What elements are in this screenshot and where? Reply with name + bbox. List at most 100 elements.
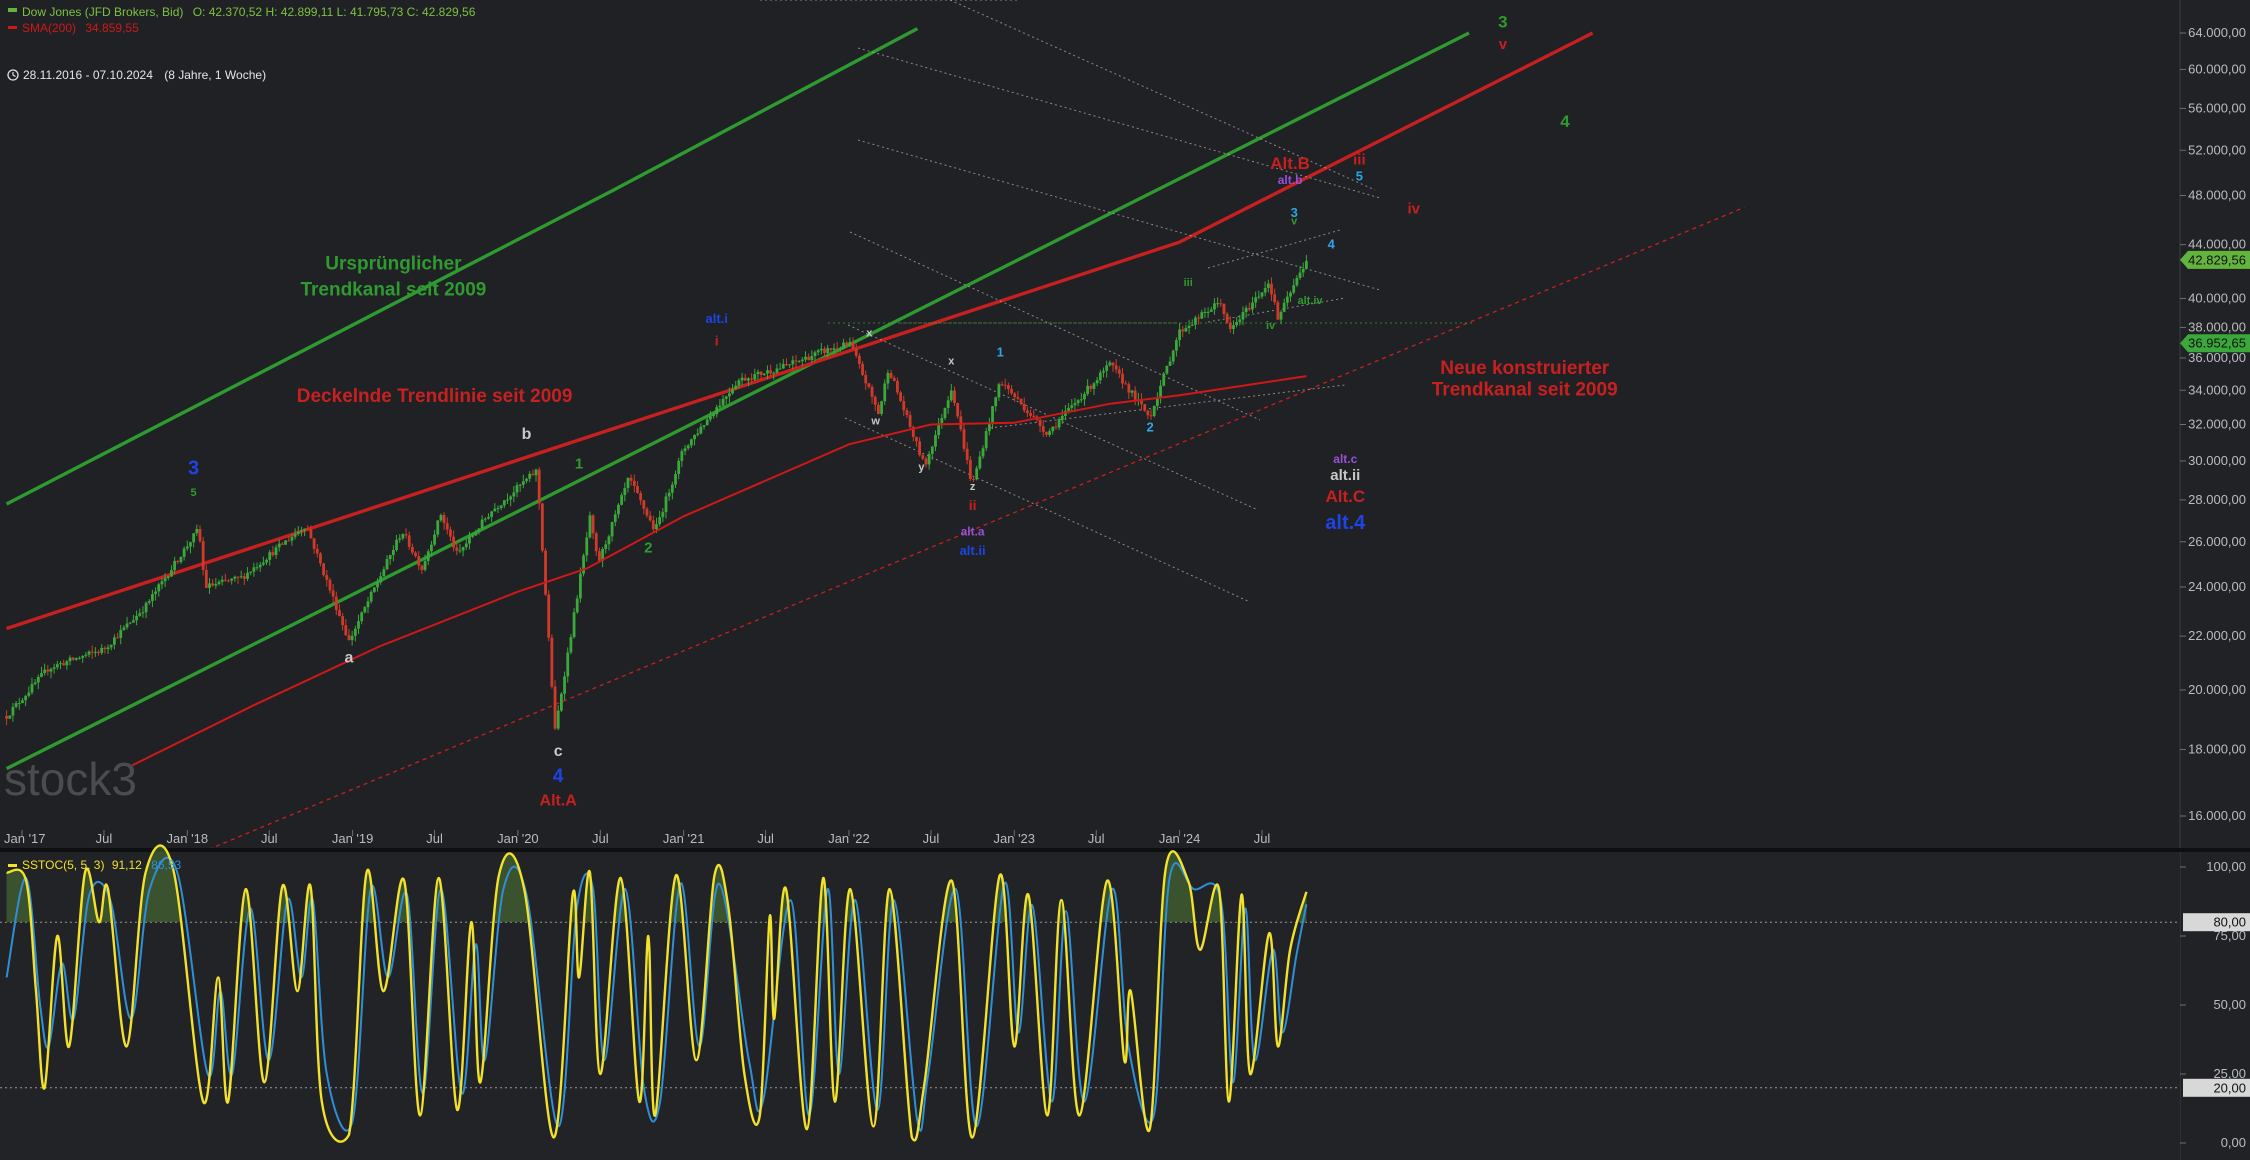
candle[interactable] xyxy=(861,363,864,375)
candle[interactable] xyxy=(132,620,135,623)
candle[interactable] xyxy=(512,492,516,497)
candle[interactable] xyxy=(1076,400,1080,404)
candle[interactable] xyxy=(778,368,782,370)
candle[interactable] xyxy=(949,390,953,401)
candle[interactable] xyxy=(667,492,671,497)
candle[interactable] xyxy=(1225,313,1229,323)
candle[interactable] xyxy=(1054,426,1058,428)
candle[interactable] xyxy=(648,515,652,521)
candle[interactable] xyxy=(1165,365,1169,374)
candle[interactable] xyxy=(106,647,110,650)
candle[interactable] xyxy=(46,669,50,672)
candle[interactable] xyxy=(626,477,630,489)
candle[interactable] xyxy=(268,552,272,560)
date-range[interactable]: 28.11.2016 - 07.10.2024 xyxy=(23,68,153,82)
candle[interactable] xyxy=(924,458,928,465)
candle[interactable] xyxy=(487,516,490,519)
candle[interactable] xyxy=(1244,307,1248,313)
candle[interactable] xyxy=(956,402,960,417)
candle[interactable] xyxy=(1026,410,1029,414)
candle[interactable] xyxy=(575,598,579,613)
candle[interactable] xyxy=(1117,369,1121,374)
candle[interactable] xyxy=(1206,311,1210,313)
candle[interactable] xyxy=(896,381,899,393)
candle[interactable] xyxy=(623,488,627,496)
candle[interactable] xyxy=(198,528,202,542)
candle[interactable] xyxy=(90,651,94,653)
candle[interactable] xyxy=(569,637,573,653)
candle[interactable] xyxy=(128,622,132,624)
candle[interactable] xyxy=(157,584,161,592)
candle[interactable] xyxy=(109,644,113,648)
candle[interactable] xyxy=(144,602,148,613)
stochastic-pane[interactable]: 80,0020,00 0,0025,0050,0075,00100,00 xyxy=(0,844,2250,1160)
candle[interactable] xyxy=(547,594,551,638)
candle[interactable] xyxy=(296,531,300,534)
candle[interactable] xyxy=(366,601,370,608)
candle[interactable] xyxy=(791,360,795,365)
candle[interactable] xyxy=(433,534,436,545)
candle[interactable] xyxy=(223,579,227,581)
candle[interactable] xyxy=(1124,383,1128,385)
candle[interactable] xyxy=(943,407,947,419)
candle[interactable] xyxy=(588,515,592,538)
candle[interactable] xyxy=(1222,303,1226,314)
candle[interactable] xyxy=(556,710,560,729)
candle[interactable] xyxy=(1295,277,1299,286)
candle[interactable] xyxy=(151,594,154,602)
candle[interactable] xyxy=(68,657,72,662)
candle[interactable] xyxy=(994,397,998,407)
candle[interactable] xyxy=(946,400,950,408)
candle[interactable] xyxy=(315,548,319,554)
candle[interactable] xyxy=(794,360,798,362)
candle[interactable] xyxy=(883,383,887,402)
candle[interactable] xyxy=(33,682,37,685)
candle[interactable] xyxy=(369,591,373,602)
candle[interactable] xyxy=(116,637,119,639)
candle[interactable] xyxy=(1216,303,1220,305)
candle[interactable] xyxy=(525,478,528,482)
candle[interactable] xyxy=(182,548,186,557)
candle[interactable] xyxy=(81,655,85,658)
candle[interactable] xyxy=(658,517,662,525)
candle[interactable] xyxy=(1092,383,1096,389)
candle[interactable] xyxy=(21,700,24,704)
candle[interactable] xyxy=(290,536,294,541)
candle[interactable] xyxy=(781,364,785,369)
candle[interactable] xyxy=(826,348,830,354)
candle[interactable] xyxy=(1168,361,1172,366)
candle[interactable] xyxy=(724,396,728,399)
candle[interactable] xyxy=(1298,272,1302,278)
candle[interactable] xyxy=(455,547,459,551)
candle[interactable] xyxy=(357,621,360,629)
candle[interactable] xyxy=(892,377,896,382)
candle[interactable] xyxy=(689,439,693,446)
candle[interactable] xyxy=(87,651,91,655)
candle[interactable] xyxy=(426,551,430,562)
candle[interactable] xyxy=(819,348,823,351)
candle[interactable] xyxy=(899,392,902,402)
candle[interactable] xyxy=(239,576,243,578)
candle[interactable] xyxy=(49,668,53,672)
candle[interactable] xyxy=(1006,385,1010,389)
candle[interactable] xyxy=(404,534,408,536)
candle[interactable] xyxy=(1133,390,1137,400)
candle[interactable] xyxy=(797,360,801,362)
candle[interactable] xyxy=(1200,312,1204,319)
candle[interactable] xyxy=(274,547,278,556)
candle[interactable] xyxy=(959,416,963,430)
candle[interactable] xyxy=(449,529,452,537)
candle[interactable] xyxy=(1016,397,1020,399)
candle[interactable] xyxy=(97,651,100,653)
candle[interactable] xyxy=(534,469,538,476)
candle[interactable] xyxy=(1102,370,1105,373)
candle[interactable] xyxy=(201,541,205,570)
candle[interactable] xyxy=(550,637,554,687)
candle[interactable] xyxy=(1048,431,1051,435)
candle[interactable] xyxy=(1282,302,1286,312)
candle[interactable] xyxy=(100,647,104,653)
candle[interactable] xyxy=(249,571,253,573)
candle[interactable] xyxy=(499,505,503,508)
candle[interactable] xyxy=(572,612,576,638)
candle[interactable] xyxy=(141,612,145,614)
